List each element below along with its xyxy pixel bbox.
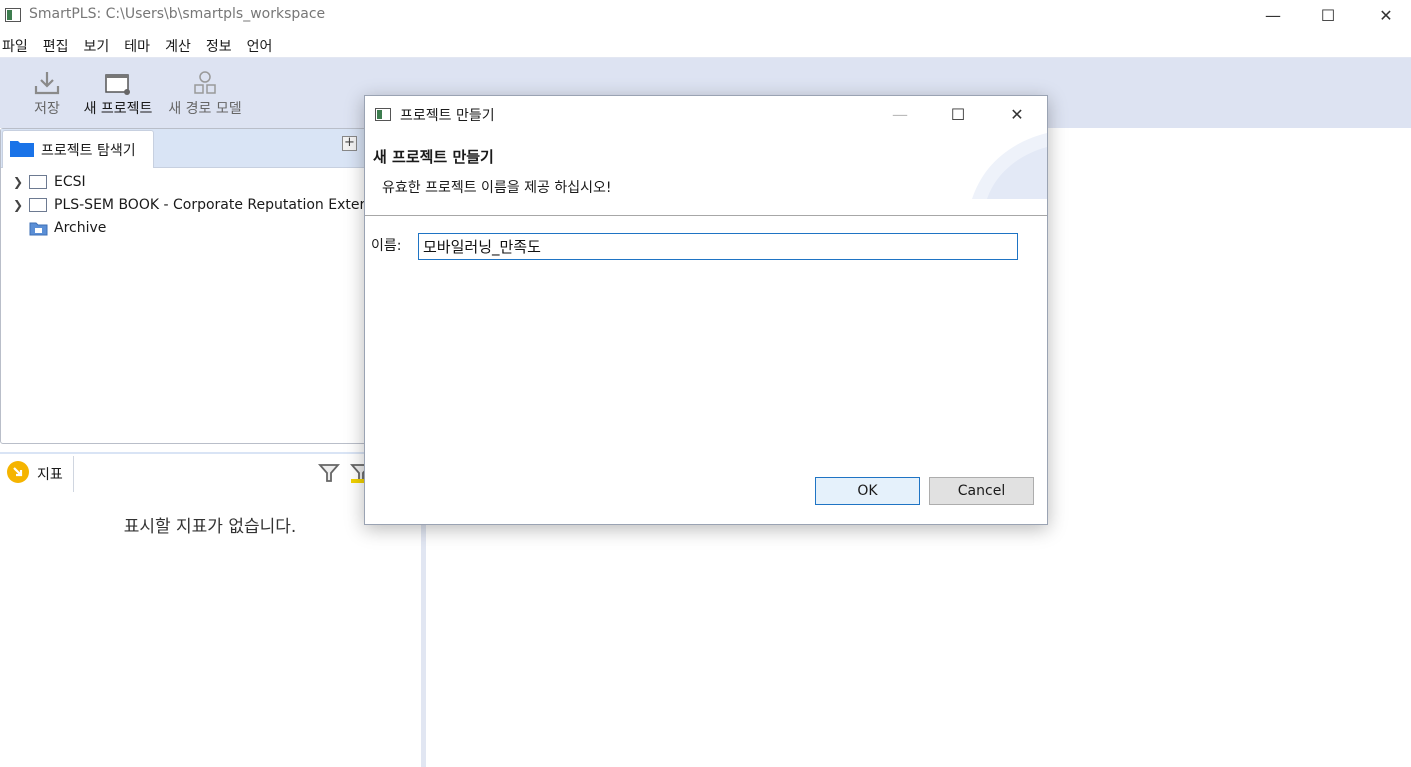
tab-indicators[interactable]: 지표 (0, 456, 74, 492)
dialog-header: 새 프로젝트 만들기 유효한 프로젝트 이름을 제공 하십시오! (365, 133, 1047, 216)
app-icon (5, 8, 21, 22)
new-path-model-label: 새 경로 모델 (168, 101, 242, 117)
menu-calculate[interactable]: 계산 (165, 31, 191, 57)
tab-label: 프로젝트 탐색기 (41, 142, 136, 159)
tab-project-explorer[interactable]: 프로젝트 탐색기 (2, 130, 154, 168)
menu-language[interactable]: 언어 (247, 31, 273, 57)
menu-file[interactable]: 파일 (2, 31, 28, 57)
menu-bar: 파일 편집 보기 테마 계산 정보 언어 (0, 31, 1411, 57)
create-project-dialog: 프로젝트 만들기 — ☐ ✕ 새 프로젝트 만들기 유효한 프로젝트 이름을 제… (364, 95, 1048, 525)
new-path-model-button[interactable]: 새 경로 모델 (162, 68, 248, 118)
indicators-panel: 지표 표시할 지표가 없습니다. (0, 452, 425, 767)
indicator-icon (6, 460, 30, 488)
save-label: 저장 (34, 101, 60, 117)
new-project-label: 새 프로젝트 (83, 101, 153, 117)
dialog-titlebar: 프로젝트 만들기 — ☐ ✕ (365, 96, 1047, 133)
tree-item-archive[interactable]: Archive (13, 217, 106, 239)
dialog-close-button[interactable]: ✕ (994, 98, 1040, 131)
menu-info[interactable]: 정보 (206, 31, 232, 57)
header-decoration-graphic (972, 133, 1047, 199)
project-icon (29, 175, 47, 189)
window-title: SmartPLS: C:\Users\b\smartpls_workspace (29, 6, 326, 22)
ok-button[interactable]: OK (815, 477, 920, 505)
tree-item-ecsi[interactable]: ❯ ECSI (13, 171, 86, 193)
dialog-title: 프로젝트 만들기 (400, 108, 495, 124)
dialog-header-title: 새 프로젝트 만들기 (373, 148, 494, 166)
chevron-right-icon[interactable]: ❯ (13, 198, 29, 212)
project-explorer-panel: 프로젝트 탐색기 + ❯ ECSI ❯ PLS-SEM BOOK - Corpo… (0, 128, 425, 444)
path-model-icon (162, 68, 248, 96)
explorer-tabstrip: 프로젝트 탐색기 + (1, 129, 424, 168)
app-icon (375, 108, 391, 121)
cancel-button[interactable]: Cancel (929, 477, 1034, 505)
save-button[interactable]: 저장 (30, 68, 64, 118)
menu-theme[interactable]: 테마 (124, 31, 150, 57)
dialog-header-message: 유효한 프로젝트 이름을 제공 하십시오! (382, 180, 612, 196)
save-icon (30, 68, 64, 96)
chevron-right-icon[interactable]: ❯ (13, 175, 29, 189)
maximize-button[interactable]: ☐ (1305, 0, 1351, 31)
name-label: 이름: (371, 238, 402, 254)
filter-highlight-icon[interactable] (350, 462, 364, 486)
tree-item-label: PLS-SEM BOOK - Corporate Reputation Exte… (54, 197, 366, 213)
project-name-input[interactable] (418, 233, 1018, 260)
empty-indicators-message: 표시할 지표가 없습니다. (123, 517, 297, 537)
menu-view[interactable]: 보기 (84, 31, 110, 57)
add-project-icon[interactable]: + (342, 136, 357, 151)
window-titlebar: SmartPLS: C:\Users\b\smartpls_workspace … (0, 0, 1411, 31)
archive-folder-icon (29, 221, 48, 236)
project-icon (29, 198, 47, 212)
tree-item-label: ECSI (54, 174, 86, 190)
dialog-minimize-button[interactable]: — (877, 98, 923, 131)
menu-edit[interactable]: 편집 (43, 31, 69, 57)
tab-label: 지표 (37, 467, 63, 483)
tree-item-pls-sem-book[interactable]: ❯ PLS-SEM BOOK - Corporate Reputation Ex… (13, 194, 365, 216)
folder-icon (9, 138, 35, 162)
dialog-maximize-button[interactable]: ☐ (935, 98, 981, 131)
filter-icon[interactable] (318, 462, 340, 488)
tree-item-label: Archive (54, 220, 107, 236)
close-button[interactable]: ✕ (1363, 0, 1409, 31)
new-project-icon (78, 68, 158, 96)
new-project-button[interactable]: 새 프로젝트 (78, 68, 158, 118)
minimize-button[interactable]: — (1250, 0, 1296, 31)
